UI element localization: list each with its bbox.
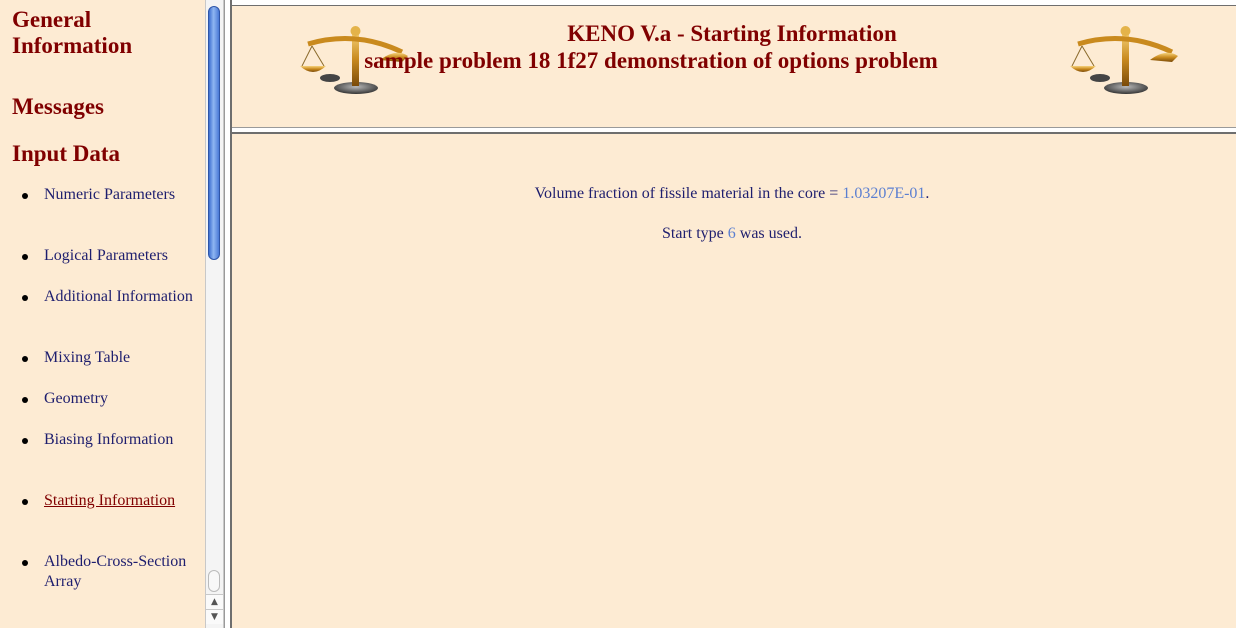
page-title: KENO V.a - Starting Information [567, 21, 897, 46]
bullet-icon [22, 397, 28, 403]
nav-messages[interactable]: Messages [0, 94, 104, 120]
volume-fraction-value: 1.03207E-01 [842, 185, 926, 202]
nav-item-label[interactable]: Starting Information [36, 491, 194, 511]
nav-item-label[interactable]: Geometry [36, 389, 194, 409]
scrollbar-track-end [208, 570, 220, 592]
navigation-frame: General Information Messages Input Data … [0, 0, 205, 628]
nav-item-additional-information[interactable]: Additional Information [22, 287, 201, 307]
volume-fraction-label: Volume fraction of fissile material in t… [534, 185, 839, 202]
volume-fraction-suffix: . [925, 185, 930, 202]
bullet-icon [22, 438, 28, 444]
scroll-down-arrow-icon[interactable]: ▼ [206, 609, 223, 624]
nav-input-data[interactable]: Input Data [0, 141, 120, 167]
bullet-icon [22, 193, 28, 199]
bullet-icon [22, 254, 28, 260]
nav-item-label[interactable]: Mixing Table [36, 348, 194, 368]
main-content-frame: Volume fraction of fissile material in t… [232, 134, 1236, 628]
bullet-icon [22, 560, 28, 566]
nav-scrollbar[interactable]: ▲ ▼ [205, 0, 224, 628]
nav-item-label[interactable]: Albedo-Cross-Section Array [36, 552, 194, 592]
bullet-icon [22, 356, 28, 362]
start-type-suffix: was used. [739, 225, 802, 242]
nav-item-mixing-table[interactable]: Mixing Table [22, 348, 201, 368]
scrollbar-thumb[interactable] [208, 6, 220, 260]
nav-item-label[interactable]: Additional Information [36, 287, 194, 307]
nav-item-starting-information[interactable]: Starting Information [22, 491, 201, 511]
bullet-icon [22, 499, 28, 505]
page-subtitle: sample problem 18 1f27 demonstration of … [364, 48, 938, 73]
start-type-label: Start type [662, 225, 724, 242]
start-type-line: Start type 6 was used. [232, 224, 1232, 244]
nav-item-label[interactable]: Numeric Parameters [36, 185, 194, 205]
volume-fraction-line: Volume fraction of fissile material in t… [232, 184, 1232, 204]
start-type-value: 6 [727, 225, 736, 242]
header-frame: KENO V.a - Starting Information sample p… [232, 5, 1236, 128]
nav-item-geometry[interactable]: Geometry [22, 389, 201, 409]
nav-item-label[interactable]: Logical Parameters [36, 246, 194, 266]
nav-item-albedo-cross-section-array[interactable]: Albedo-Cross-Section Array [22, 552, 201, 592]
nav-item-logical-parameters[interactable]: Logical Parameters [22, 246, 201, 266]
scroll-up-arrow-icon[interactable]: ▲ [206, 594, 223, 609]
nav-item-label[interactable]: Biasing Information [36, 430, 194, 450]
frame-divider-vertical[interactable] [224, 0, 232, 628]
bullet-icon [22, 295, 28, 301]
nav-item-numeric-parameters[interactable]: Numeric Parameters [22, 185, 201, 205]
nav-item-biasing-information[interactable]: Biasing Information [22, 430, 201, 450]
